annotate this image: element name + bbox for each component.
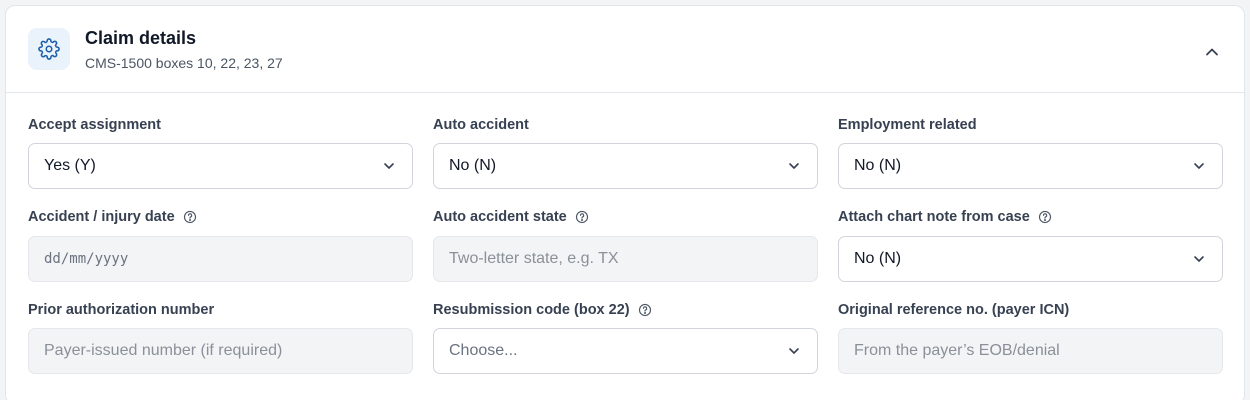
attach-chart-note-value: No (N) [854,250,902,267]
gear-icon [28,28,70,70]
help-circle-icon[interactable] [575,210,589,224]
original-reference-label-text: Original reference no. (payer ICN) [838,302,1070,318]
auto-accident-value: No (N) [449,157,497,174]
help-circle-icon[interactable] [1038,210,1052,224]
employment-related-label: Employment related [838,117,977,133]
resubmission-code-label: Resubmission code (box 22) [433,302,652,318]
help-circle-icon[interactable] [183,210,197,224]
chevron-up-icon[interactable] [1202,42,1222,62]
auto-accident-select[interactable]: No (N) [433,143,818,189]
auto-accident-state-label-text: Auto accident state [433,209,567,225]
auto-accident-state-label: Auto accident state [433,209,589,225]
accept-assignment-value: Yes (Y) [44,157,96,174]
prior-authorization-label-text: Prior authorization number [28,302,215,318]
accident-date-label: Accident / injury date [28,209,197,225]
chevron-down-icon [1194,163,1204,169]
attach-chart-note-label-text: Attach chart note from case [838,209,1030,225]
section-title: Claim details [85,28,197,48]
auto-accident-label-text: Auto accident [433,117,529,133]
accept-assignment-select[interactable]: Yes (Y) [28,143,413,189]
employment-related-value: No (N) [854,157,902,174]
attach-chart-note-select[interactable]: No (N) [838,236,1223,282]
resubmission-code-label-text: Resubmission code (box 22) [433,302,630,318]
chevron-down-icon [384,163,394,169]
employment-related-label-text: Employment related [838,117,977,133]
chevron-down-icon [789,163,799,169]
card-header[interactable]: Claim details CMS-1500 boxes 10, 22, 23,… [6,6,1244,93]
section-subtitle: CMS-1500 boxes 10, 22, 23, 27 [85,55,283,71]
accept-assignment-label-text: Accept assignment [28,117,161,133]
employment-related-select[interactable]: No (N) [838,143,1223,189]
auto-accident-state-input[interactable] [433,236,818,282]
original-reference-input[interactable] [838,328,1223,374]
resubmission-code-select[interactable]: Choose... [433,328,818,374]
accident-date-input[interactable] [28,236,413,282]
accident-date-label-text: Accident / injury date [28,209,175,225]
prior-authorization-label: Prior authorization number [28,302,214,318]
help-circle-icon[interactable] [638,303,652,317]
prior-authorization-input[interactable] [28,328,413,374]
chevron-down-icon [1194,256,1204,262]
accept-assignment-label: Accept assignment [28,117,161,133]
chevron-down-icon [789,348,799,354]
auto-accident-label: Auto accident [433,117,529,133]
original-reference-label: Original reference no. (payer ICN) [838,302,1069,318]
claim-details-card: Claim details CMS-1500 boxes 10, 22, 23,… [5,5,1245,400]
attach-chart-note-label: Attach chart note from case [838,209,1052,225]
resubmission-code-value: Choose... [449,342,518,359]
